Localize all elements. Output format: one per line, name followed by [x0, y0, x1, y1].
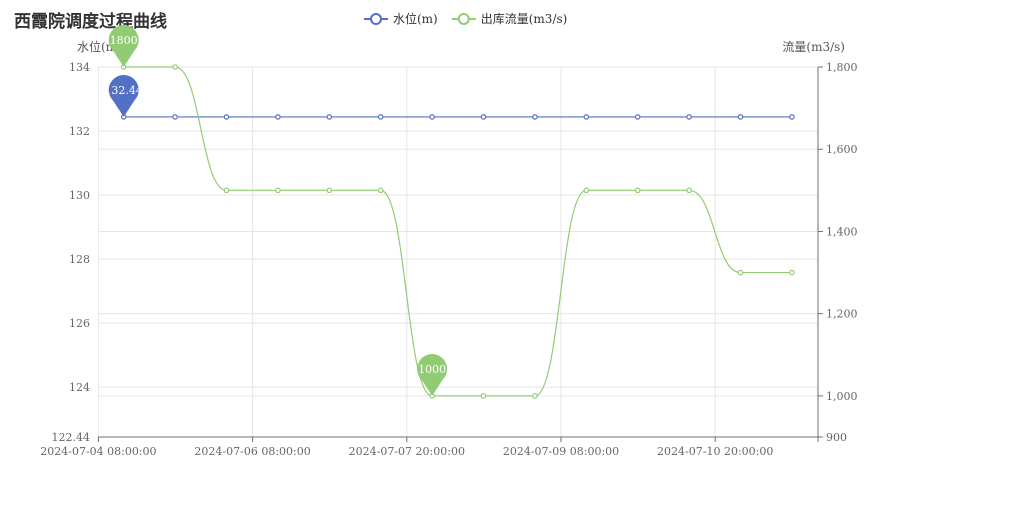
- legend-item-1[interactable]: 出库流量(m3/s): [451, 11, 568, 26]
- data-point[interactable]: [326, 114, 333, 120]
- data-point[interactable]: [789, 114, 795, 120]
- x-tick-label: 2024-07-06 08:00:00: [194, 445, 310, 458]
- chart-title: 西霞院调度过程曲线: [14, 11, 167, 32]
- data-point[interactable]: [275, 187, 281, 194]
- data-point[interactable]: [532, 393, 538, 399]
- data-point[interactable]: [172, 64, 178, 70]
- mark-point[interactable]: 1800: [108, 25, 139, 67]
- legend-label: 水位(m): [393, 11, 438, 26]
- x-tick-label: 2024-07-09 08:00:00: [503, 445, 619, 458]
- data-point[interactable]: [686, 114, 692, 120]
- mark-point[interactable]: 1000: [417, 353, 448, 396]
- y-right-tick-label: 1,000: [826, 390, 858, 403]
- y-right-tick-label: 1,600: [826, 143, 858, 156]
- legend-label: 出库流量(m3/s): [481, 11, 568, 26]
- y-right-tick-label: 900: [826, 431, 847, 444]
- chart: 西霞院调度过程曲线 水位(m) 出库流量(m3/s) 水位(m) 流量(m3/s)…: [14, 11, 858, 458]
- data-point[interactable]: [532, 114, 538, 120]
- data-point[interactable]: [634, 187, 641, 194]
- data-point[interactable]: [172, 114, 178, 120]
- legend[interactable]: 水位(m) 出库流量(m3/s): [364, 11, 567, 26]
- data-point[interactable]: [686, 187, 692, 194]
- y-axis-right-label: 流量(m3/s): [782, 40, 845, 54]
- data-point[interactable]: [737, 269, 744, 276]
- y-left-tick-label: 132: [69, 125, 90, 138]
- legend-item-0[interactable]: 水位(m): [364, 11, 438, 26]
- grid-lines: [97, 66, 818, 437]
- data-point[interactable]: [583, 187, 590, 194]
- y-left-tick-label: 134: [69, 61, 90, 74]
- data-point[interactable]: [377, 187, 384, 194]
- x-tick-label: 2024-07-10 20:00:00: [657, 445, 773, 458]
- data-point[interactable]: [583, 114, 590, 120]
- y-left-tick-label: 122.44: [52, 431, 91, 444]
- y-left-tick-label: 126: [69, 317, 90, 330]
- legend-icon: [457, 13, 470, 25]
- y-right-tick-label: 1,200: [826, 308, 858, 321]
- y-right-tick-label: 1,800: [826, 61, 858, 74]
- y-left-tick-label: 130: [69, 189, 90, 202]
- mark-point[interactable]: 132.44: [104, 75, 143, 117]
- mark-pin-label: 1000: [418, 363, 446, 376]
- data-point[interactable]: [326, 187, 333, 194]
- y-left-tick-label: 124: [69, 381, 90, 394]
- legend-icon: [370, 13, 382, 25]
- y-left-tick-label: 128: [69, 253, 90, 266]
- data-point[interactable]: [634, 114, 641, 120]
- y-right-tick-label: 1,400: [826, 225, 858, 238]
- data-point[interactable]: [737, 114, 744, 120]
- data-point[interactable]: [223, 114, 230, 120]
- x-tick-label: 2024-07-07 20:00:00: [349, 445, 465, 458]
- x-tick-label: 2024-07-04 08:00:00: [40, 445, 156, 458]
- data-point[interactable]: [480, 114, 487, 120]
- mark-pin-label: 132.44: [104, 84, 143, 97]
- data-point[interactable]: [275, 114, 281, 120]
- data-point[interactable]: [377, 114, 384, 120]
- mark-points: 132.44 1800 1000: [104, 25, 448, 396]
- data-point[interactable]: [480, 393, 487, 399]
- data-point[interactable]: [223, 187, 230, 194]
- data-point[interactable]: [789, 269, 795, 276]
- mark-pin-label: 1800: [110, 34, 138, 47]
- data-point[interactable]: [429, 114, 435, 120]
